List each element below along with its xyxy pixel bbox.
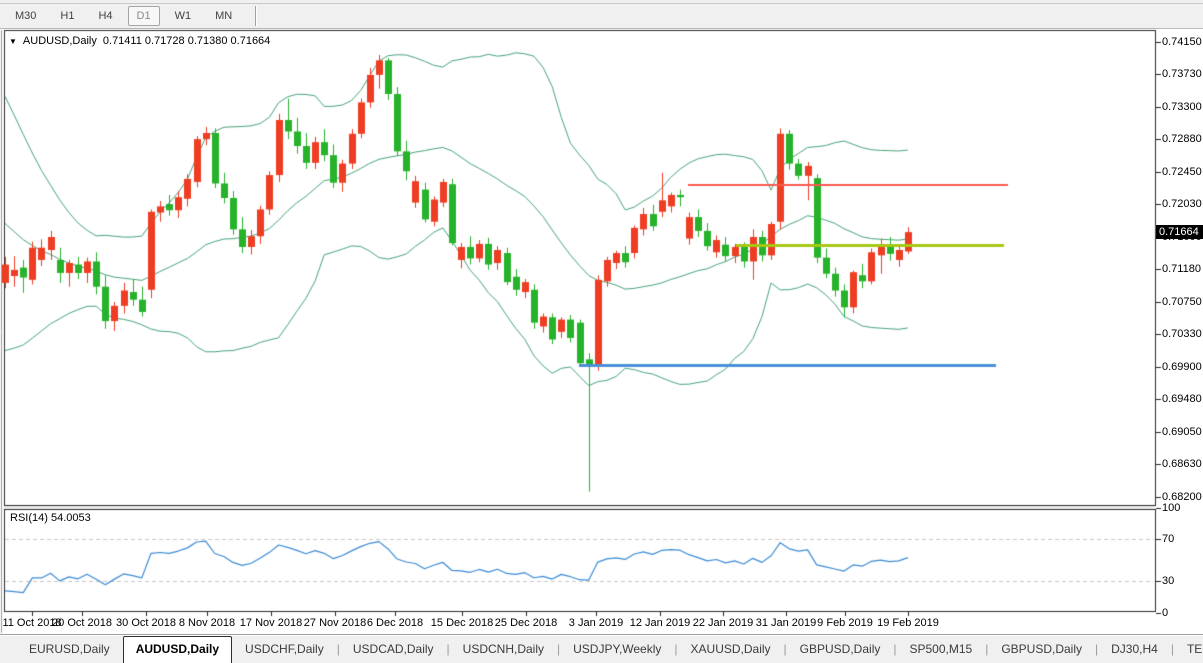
chart-title: ▼ AUDUSD,Daily 0.71411 0.71728 0.71380 0… [9,35,270,47]
price-axis-label: 0.72880 [1162,133,1202,145]
date-axis-label: 9 Feb 2019 [817,617,873,629]
rsi-axis-label: 30 [1162,575,1174,587]
rsi-axis-label: 70 [1162,533,1174,545]
price-axis-label: 0.73730 [1162,68,1202,80]
price-axis-label: 0.72450 [1162,166,1202,178]
date-axis-label: 12 Jan 2019 [630,617,691,629]
rsi-axis-label: 100 [1162,502,1180,514]
rsi-indicator-label: RSI(14) 54.0053 [10,512,91,524]
price-axis-label: 0.73300 [1162,101,1202,113]
chart-tab-sp500-m15[interactable]: SP500,M15 [896,636,985,663]
chart-ohlc-label: 0.71411 0.71728 0.71380 0.71664 [103,35,270,47]
date-axis-label: 27 Nov 2018 [304,617,366,629]
chart-canvas[interactable] [0,0,1203,663]
price-axis-label: 0.71180 [1162,263,1201,275]
chart-tab-xauusd-daily[interactable]: XAUUSD,Daily [678,636,784,663]
price-axis-label: 0.70750 [1162,296,1202,308]
date-axis-label: 15 Dec 2018 [431,617,493,629]
date-axis-label: 6 Dec 2018 [367,617,423,629]
collapse-triangle-icon[interactable]: ▼ [9,37,17,46]
chart-tab-bar: EURUSD,DailyAUDUSD,DailyUSDCHF,Daily|USD… [0,636,1203,663]
chart-tab-audusd-daily[interactable]: AUDUSD,Daily [123,636,232,663]
price-axis-label: 0.69480 [1162,393,1202,405]
chart-tab-eurusd-daily[interactable]: EURUSD,Daily [16,636,123,663]
chart-tab-usdcnh-daily[interactable]: USDCNH,Daily [450,636,557,663]
chart-tab-usdchf-daily[interactable]: USDCHF,Daily [232,636,337,663]
price-axis-label: 0.69900 [1162,361,1202,373]
chart-tab-gbpusd-daily[interactable]: GBPUSD,Daily [787,636,894,663]
date-axis-label: 8 Nov 2018 [179,617,235,629]
date-axis-label: 30 Oct 2018 [116,617,176,629]
rsi-axis-label: 0 [1162,607,1168,619]
date-axis-label: 25 Dec 2018 [495,617,557,629]
price-axis-label: 0.70330 [1162,328,1202,340]
date-axis-label: 17 Nov 2018 [240,617,302,629]
current-price-badge: 0.71664 [1156,225,1203,239]
date-axis-label: 19 Feb 2019 [877,617,939,629]
date-axis-label: 3 Jan 2019 [569,617,623,629]
chart-tab-tech100[interactable]: TECH100 [1174,636,1203,663]
date-axis-label: 20 Oct 2018 [52,617,112,629]
chart-tab-dj30-h4[interactable]: DJ30,H4 [1098,636,1171,663]
date-axis-label: 22 Jan 2019 [693,617,754,629]
chart-tab-usdcad-daily[interactable]: USDCAD,Daily [340,636,447,663]
price-axis-label: 0.74150 [1162,36,1202,48]
date-axis-label: 31 Jan 2019 [756,617,817,629]
price-axis-label: 0.72030 [1162,198,1202,210]
price-axis-label: 0.69050 [1162,426,1202,438]
mt4-window: M30 H1 H4 D1 W1 MN ▼ AUDUSD,Daily 0.7141… [0,0,1203,663]
chart-symbol-label: AUDUSD,Daily [23,35,97,47]
price-axis-label: 0.68630 [1162,458,1202,470]
chart-tab-usdjpy-weekly[interactable]: USDJPY,Weekly [560,636,674,663]
chart-tab-gbpusd-daily[interactable]: GBPUSD,Daily [988,636,1095,663]
